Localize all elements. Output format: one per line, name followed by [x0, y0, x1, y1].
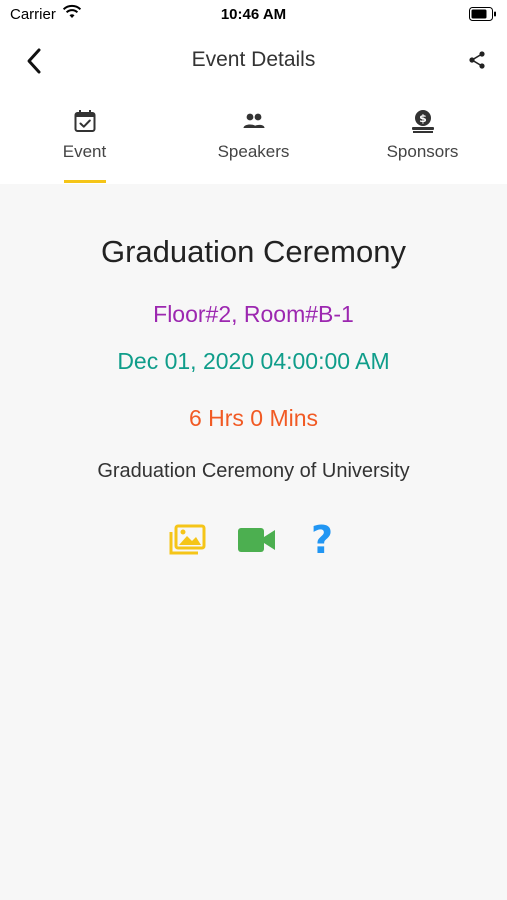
money-hand-icon: $ — [410, 108, 436, 134]
event-content: Graduation Ceremony Floor#2, Room#B-1 De… — [0, 184, 507, 900]
photo-gallery-icon[interactable] — [168, 520, 208, 560]
share-icon[interactable] — [467, 50, 487, 70]
svg-text:?: ? — [311, 520, 333, 560]
clock-time: 10:46 AM — [220, 6, 287, 23]
top-section: Carrier 10:46 AM Event Details Event Spe… — [0, 0, 507, 184]
page-title: Event Details — [191, 48, 316, 71]
tab-speakers[interactable]: Speakers — [169, 98, 338, 184]
tab-selected-indicator — [64, 180, 106, 183]
calendar-check-icon — [72, 108, 98, 134]
tab-speakers-label: Speakers — [217, 142, 290, 161]
video-camera-icon[interactable] — [237, 520, 277, 560]
event-description: Graduation Ceremony of University — [97, 460, 410, 482]
event-actions: ? — [0, 518, 507, 562]
event-duration: 6 Hrs 0 Mins — [188, 405, 319, 431]
navigation-bar: Event Details — [0, 36, 507, 84]
people-icon — [241, 108, 267, 134]
event-location: Floor#2, Room#B-1 — [153, 301, 354, 327]
battery-icon — [469, 7, 497, 25]
svg-text:$: $ — [419, 112, 427, 125]
chevron-left-icon[interactable] — [20, 46, 50, 76]
tab-event-label: Event — [62, 142, 107, 161]
tab-event[interactable]: Event — [0, 98, 169, 184]
question-mark-icon[interactable]: ? — [302, 518, 342, 562]
tab-bar: Event Speakers $ Sponsors — [0, 98, 507, 184]
event-datetime: Dec 01, 2020 04:00:00 AM — [117, 348, 390, 374]
tab-sponsors[interactable]: $ Sponsors — [338, 98, 507, 184]
event-title: Graduation Ceremony — [101, 234, 406, 269]
status-bar: Carrier 10:46 AM — [0, 0, 507, 28]
tab-sponsors-label: Sponsors — [386, 142, 459, 161]
